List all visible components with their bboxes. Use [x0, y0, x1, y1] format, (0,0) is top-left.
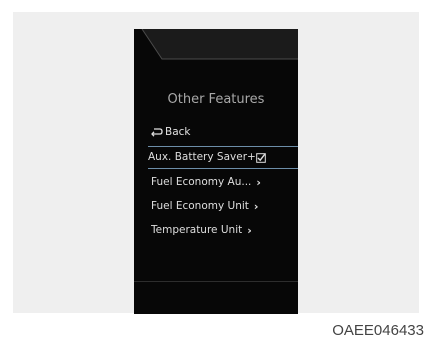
menu-item-label: Fuel Economy Au...	[151, 176, 252, 188]
back-button[interactable]: Back	[151, 124, 191, 140]
menu-item-label: Temperature Unit	[151, 224, 243, 236]
chevron-right-icon: ›	[256, 176, 261, 189]
display-bottom-divider	[134, 281, 298, 282]
checkbox-checked-icon[interactable]	[256, 152, 266, 163]
chevron-right-icon: ›	[253, 200, 259, 213]
menu-item-aux-battery-saver[interactable]: Aux. Battery Saver+	[148, 146, 298, 169]
back-label: Back	[165, 126, 191, 138]
menu-item-fuel-economy-unit[interactable]: Fuel Economy Unit ›	[151, 198, 298, 215]
figure-page: Other Features Back Aux. Battery Saver+	[0, 0, 432, 339]
menu-item-label: Aux. Battery Saver+	[148, 151, 256, 163]
menu-item-label: Fuel Economy Unit	[151, 200, 249, 212]
display-top-decoration	[134, 29, 298, 60]
chevron-right-icon: ›	[247, 224, 252, 237]
figure-code: OAEE046433	[332, 322, 424, 339]
menu-item-temperature-unit[interactable]: Temperature Unit ›	[151, 222, 298, 239]
back-arrow-icon	[151, 126, 163, 138]
cluster-display: Other Features Back Aux. Battery Saver+	[134, 29, 298, 314]
screen-title: Other Features	[167, 92, 265, 107]
menu-item-fuel-economy-auto[interactable]: Fuel Economy Au... ›	[151, 174, 298, 191]
